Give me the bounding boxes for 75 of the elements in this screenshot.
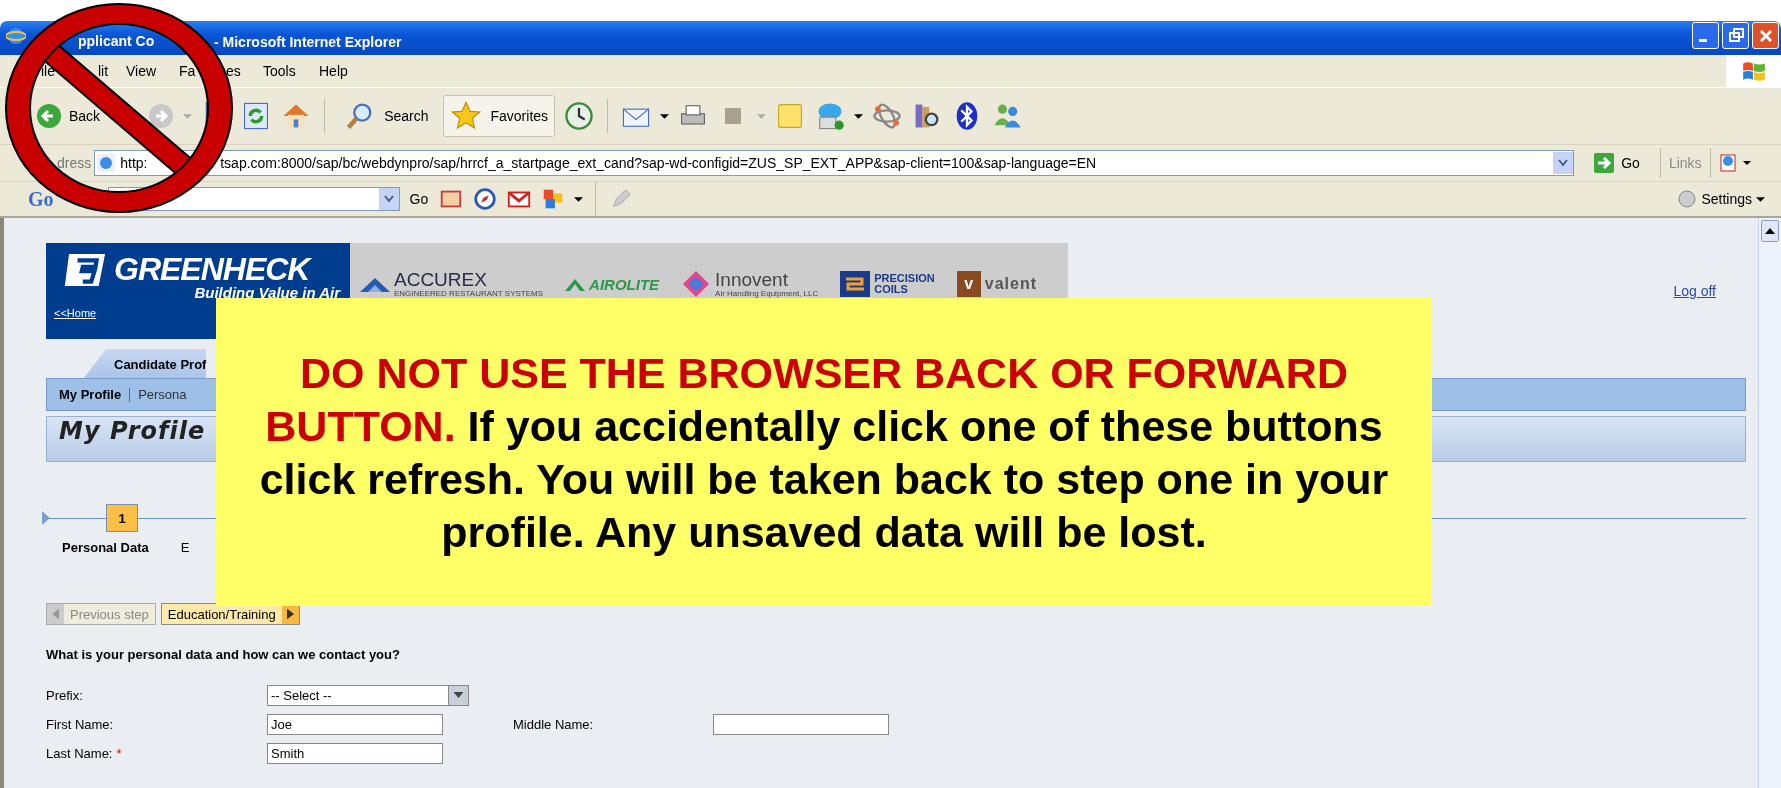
- scrollbar[interactable]: [1758, 218, 1781, 788]
- menu-item[interactable]: lit: [98, 63, 109, 79]
- field-label: Prefix:: [46, 687, 83, 703]
- forward-icon[interactable]: [147, 102, 176, 130]
- settings-button[interactable]: Settings: [1671, 188, 1771, 210]
- home-link[interactable]: <<Home: [54, 307, 97, 319]
- minimize-button[interactable]: [1692, 22, 1719, 49]
- partner-name: COILS: [874, 284, 909, 295]
- back-button[interactable]: Back: [34, 101, 102, 131]
- window-title: - Microsoft Internet Explorer: [214, 34, 402, 50]
- warning-callout-overlay: DO NOT USE THE BROWSER BACK OR FORWARD BUTTON. If you accidentally click one of these buttons click refresh. You will be taken back to step one in your profile. Any unsaved data will be lost.: [216, 298, 1432, 606]
- go-button[interactable]: Go: [1588, 152, 1646, 174]
- dropdown-arrow-icon: [453, 692, 464, 698]
- tab[interactable]: Candidate Prof: [84, 349, 207, 378]
- sub-navigation-link[interactable]: Persona: [138, 387, 187, 402]
- window-title: pplicant Co: [78, 33, 155, 49]
- required-mark: *: [116, 745, 122, 761]
- section-question: What is your personal data and how can we contact you?: [46, 647, 401, 662]
- caret-icon: [1756, 194, 1765, 204]
- menu-item[interactable]: ile: [41, 63, 55, 79]
- brand-name: GREENHECK: [114, 251, 310, 287]
- partner-name: AIROLITE: [589, 276, 660, 292]
- coil-logo-icon: [840, 270, 871, 298]
- step-number[interactable]: 1: [106, 504, 138, 532]
- chevron-logo-icon: [565, 277, 586, 291]
- start-arrow-icon: [42, 511, 50, 525]
- up-arrow-icon[interactable]: [1765, 228, 1775, 234]
- input-field[interactable]: [713, 713, 889, 735]
- diamond-logo-icon: [681, 270, 712, 298]
- right-arrow-icon: [286, 608, 294, 620]
- circle-icon: [1677, 189, 1698, 209]
- brand-badge: v: [956, 271, 981, 297]
- partner-name: Innovent: [715, 270, 789, 289]
- address-label: dress: [57, 155, 92, 171]
- close-button[interactable]: [1752, 22, 1779, 49]
- compass-icon[interactable]: [472, 186, 499, 212]
- partner-subtitle: Air Handling Equipment, LLC: [715, 289, 819, 298]
- favorites-button[interactable]: Favorites: [443, 95, 556, 137]
- search-button[interactable]: Search: [337, 95, 436, 137]
- address-field[interactable]: http: tsap.com:8000/sap/bc/webdynpro/sap/hrrcf_a_startpage_ext_cand?sap-wd-configid=ZUS_SP_EXT_APP&sap-client=100&sap-language=EN: [94, 150, 1575, 176]
- field-label: First Name:: [46, 716, 114, 732]
- partner-name: ACCUREX: [394, 270, 488, 289]
- star-icon: [450, 100, 483, 132]
- caret-icon[interactable]: [574, 194, 584, 204]
- go-button[interactable]: Go: [407, 191, 431, 207]
- restore-button[interactable]: [1722, 22, 1749, 49]
- brand-logo-icon: [64, 251, 108, 288]
- sub-navigation-link[interactable]: My Profile: [59, 387, 122, 402]
- field-label: Last Name:: [46, 745, 113, 761]
- partner-name: PRECISION: [874, 273, 935, 284]
- input-field[interactable]: Smith: [267, 742, 443, 764]
- triangle-logo-icon: [360, 276, 390, 292]
- partner-name: valent: [984, 276, 1037, 292]
- step-label[interactable]: Personal Data: [62, 540, 149, 555]
- log-off-link[interactable]: Log off: [1673, 283, 1716, 299]
- brand-tagline: Building Value in Air: [194, 284, 340, 301]
- menu-item[interactable]: View: [126, 63, 157, 79]
- prefix-dropdown[interactable]: -- Select --: [267, 684, 469, 706]
- left-arrow-icon: [52, 608, 59, 620]
- minimize-icon: [1698, 39, 1707, 42]
- input-field[interactable]: Joe: [267, 713, 443, 735]
- pdf-icon[interactable]: [1718, 153, 1753, 173]
- menu-item[interactable]: Tools: [263, 63, 296, 79]
- arrow-icon: [1594, 153, 1615, 173]
- partner-subtitle: ENGINEERED RESTAURANT SYSTEMS: [394, 289, 544, 298]
- menu-item[interactable]: Fa: [179, 63, 196, 79]
- page-icon: [96, 153, 117, 173]
- caret-icon[interactable]: [660, 111, 670, 121]
- step-label[interactable]: E: [180, 540, 190, 555]
- caret-icon[interactable]: [854, 111, 864, 121]
- menu-item[interactable]: Help: [319, 63, 348, 79]
- history-icon[interactable]: [563, 100, 596, 132]
- browser-icon: [6, 25, 26, 46]
- google-logo: Go: [28, 187, 54, 211]
- field-label: Middle Name:: [513, 716, 594, 732]
